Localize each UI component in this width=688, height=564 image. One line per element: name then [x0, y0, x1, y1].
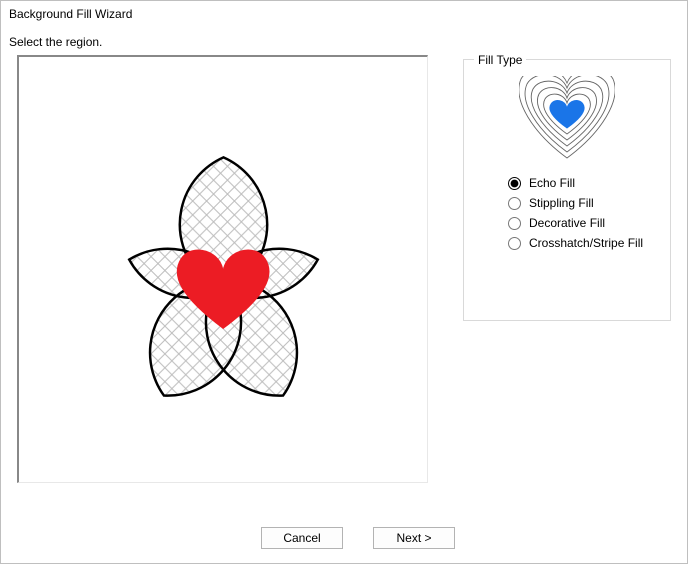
wizard-button-bar: Cancel Next > — [29, 515, 687, 563]
fill-type-legend: Fill Type — [474, 53, 526, 67]
radio-decorative-fill-label: Decorative Fill — [529, 216, 605, 230]
instruction-text: Select the region. — [1, 25, 687, 51]
radio-decorative-fill[interactable]: Decorative Fill — [508, 216, 658, 230]
region-preview[interactable] — [17, 55, 428, 483]
radio-crosshatch-fill-label: Crosshatch/Stripe Fill — [529, 236, 643, 250]
fill-type-options: Echo Fill Stippling Fill Decorative Fill… — [508, 176, 658, 250]
radio-stippling-fill-input[interactable] — [508, 197, 521, 210]
preview-canvas — [19, 57, 427, 482]
radio-stippling-fill-label: Stippling Fill — [529, 196, 594, 210]
radio-echo-fill-input[interactable] — [508, 177, 521, 190]
radio-crosshatch-fill[interactable]: Crosshatch/Stripe Fill — [508, 236, 658, 250]
radio-crosshatch-fill-input[interactable] — [508, 237, 521, 250]
fill-type-group: Fill Type Echo Fill Stippling Fill — [463, 59, 671, 321]
radio-echo-fill[interactable]: Echo Fill — [508, 176, 658, 190]
fill-type-thumbnail — [519, 76, 615, 162]
wizard-window: Background Fill Wizard Select the region… — [0, 0, 688, 564]
radio-stippling-fill[interactable]: Stippling Fill — [508, 196, 658, 210]
window-title: Background Fill Wizard — [1, 1, 687, 25]
next-button[interactable]: Next > — [373, 527, 455, 549]
preview-wrap — [9, 55, 430, 515]
radio-decorative-fill-input[interactable] — [508, 217, 521, 230]
radio-echo-fill-label: Echo Fill — [529, 176, 575, 190]
cancel-button[interactable]: Cancel — [261, 527, 343, 549]
